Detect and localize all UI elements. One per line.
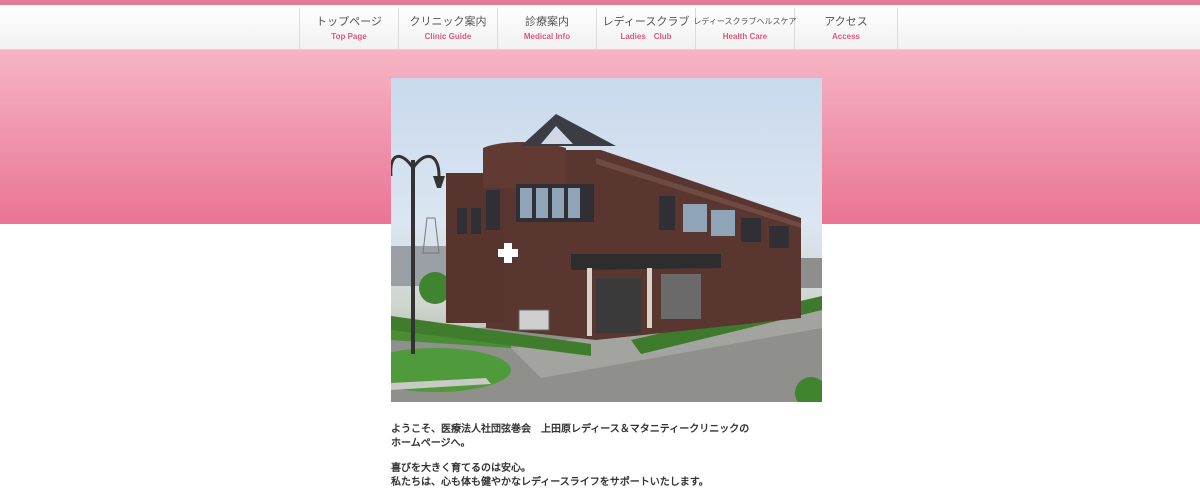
mission-line-1: 喜びを大きく育てるのは安心。	[391, 463, 531, 474]
nav-item-access[interactable]: アクセス Access	[795, 8, 898, 49]
intro-text: ようこそ、医療法人社団弦巻会 上田原レディース＆マタニティークリニックの ホーム…	[391, 423, 801, 490]
nav-label-en: Medical Info	[523, 32, 571, 41]
nav-label-jp: レディースクラブ	[602, 15, 690, 28]
nav-label-en: Health Care	[722, 32, 768, 41]
main-nav: トップページ Top Page クリニック案内 Clinic Guide 診療案…	[299, 8, 898, 49]
nav-label-jp: 診療案内	[525, 15, 569, 28]
mission-line-2: 私たちは、心も体も健やかなレディースライフをサポートいたします。	[391, 477, 709, 488]
nav-item-health-care[interactable]: レディースクラブヘルスケア Health Care	[693, 8, 797, 49]
nav-label-jp: レディースクラブヘルスケア	[693, 17, 797, 26]
nav-item-clinic-guide[interactable]: クリニック案内 Clinic Guide	[399, 8, 498, 49]
clinic-building-photo	[391, 78, 822, 402]
nav-item-top-page[interactable]: トップページ Top Page	[300, 8, 399, 49]
nav-label-en: Ladies Club	[620, 32, 672, 41]
nav-label-jp: アクセス	[824, 15, 868, 28]
nav-item-medical-info[interactable]: 診療案内 Medical Info	[498, 8, 597, 49]
nav-label-en: Clinic Guide	[424, 32, 472, 41]
nav-label-en: Access	[831, 32, 861, 41]
nav-label-en: Top Page	[331, 32, 367, 41]
mission-paragraph: 喜びを大きく育てるのは安心。 私たちは、心も体も健やかなレディースライフをサポー…	[391, 462, 801, 490]
nav-label-jp: クリニック案内	[409, 15, 487, 28]
welcome-line-2: ホームページへ。	[391, 438, 471, 449]
nav-item-ladies-club[interactable]: レディースクラブ Ladies Club	[597, 8, 696, 49]
nav-label-jp: トップページ	[316, 15, 382, 28]
welcome-paragraph: ようこそ、医療法人社団弦巻会 上田原レディース＆マタニティークリニックの ホーム…	[391, 423, 801, 451]
welcome-line-1: ようこそ、医療法人社団弦巻会 上田原レディース＆マタニティークリニックの	[391, 424, 750, 435]
